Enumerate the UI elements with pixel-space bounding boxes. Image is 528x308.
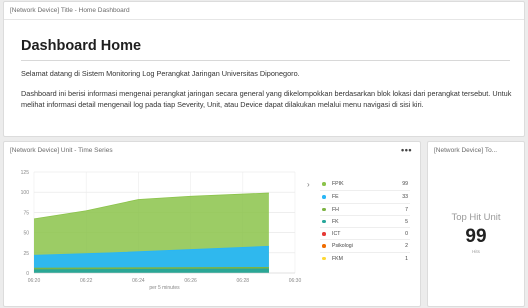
legend-value: 5 bbox=[405, 218, 408, 225]
panel-menu-icon[interactable]: ••• bbox=[401, 145, 412, 155]
legend-name: FPIK bbox=[332, 181, 344, 187]
legend-color-dot bbox=[322, 244, 326, 248]
legend-chevron-icon[interactable]: › bbox=[307, 180, 310, 189]
legend-item[interactable]: Psikologi 2 bbox=[320, 239, 410, 251]
welcome-text: Selamat datang di Sistem Monitoring Log … bbox=[21, 69, 300, 78]
y-tick-label: 100 bbox=[21, 190, 30, 196]
legend-item[interactable]: FE 33 bbox=[320, 190, 410, 202]
legend-color-dot bbox=[322, 219, 326, 224]
legend-item[interactable]: FH 7 bbox=[320, 202, 410, 215]
heading-rule bbox=[21, 60, 510, 61]
legend-color-dot bbox=[322, 256, 326, 261]
legend-name: FK bbox=[332, 218, 339, 225]
x-axis-label: per 5 minutes bbox=[149, 285, 180, 291]
y-tick-label: 50 bbox=[23, 231, 29, 237]
x-tick-label: 06:26 bbox=[184, 278, 197, 284]
home-panel-title[interactable]: [Network Device] Title - Home Dashboard bbox=[10, 7, 130, 14]
legend-item[interactable]: FK 5 bbox=[320, 214, 410, 227]
chart-legend: FPIK 99 FE 33 FH 7 FK 5 ICT 0 Psikologi 2 FKM 1 bbox=[320, 178, 410, 264]
home-dashboard-panel: [Network Device] Title - Home Dashboard … bbox=[3, 1, 525, 137]
top-hit-unit-panel: [Network Device] To... Top Hit Unit 99 H… bbox=[427, 141, 525, 307]
x-tick-label: 06:30 bbox=[289, 278, 302, 284]
top-hit-value: 99 bbox=[465, 226, 487, 247]
y-tick-label: 125 bbox=[21, 170, 30, 176]
top-hit-label: Top Hit Unit bbox=[451, 212, 501, 223]
legend-item[interactable]: ICT 0 bbox=[320, 227, 410, 239]
legend-name: ICT bbox=[332, 231, 341, 238]
top-hit-unit: Hits bbox=[472, 249, 480, 254]
x-tick-label: 06:22 bbox=[80, 278, 93, 284]
legend-value: 0 bbox=[405, 231, 408, 238]
home-panel-divider bbox=[4, 19, 524, 20]
legend-color-dot bbox=[322, 182, 326, 186]
legend-name: FKM bbox=[332, 255, 343, 262]
legend-value: 2 bbox=[405, 243, 408, 250]
legend-value: 7 bbox=[405, 206, 408, 213]
legend-item[interactable]: FPIK 99 bbox=[320, 178, 410, 190]
tophit-panel-title[interactable]: [Network Device] To... bbox=[434, 147, 497, 154]
legend-name: Psikologi bbox=[332, 243, 353, 250]
x-tick-label: 06:28 bbox=[237, 278, 250, 284]
legend-item[interactable]: FKM 1 bbox=[320, 251, 410, 264]
description-text: Dashboard ini berisi informasi mengenai … bbox=[21, 89, 512, 109]
legend-name: FE bbox=[332, 194, 339, 201]
legend-color-dot bbox=[322, 232, 326, 236]
legend-color-dot bbox=[322, 207, 326, 212]
unit-timeseries-panel: [Network Device] Unit - Time Series ••• … bbox=[3, 141, 421, 307]
y-tick-label: 0 bbox=[26, 271, 29, 277]
legend-color-dot bbox=[322, 195, 326, 199]
page-title: Dashboard Home bbox=[21, 38, 142, 54]
x-tick-label: 06:20 bbox=[28, 278, 41, 284]
x-tick-label: 06:24 bbox=[132, 278, 145, 284]
legend-value: 99 bbox=[402, 181, 408, 187]
legend-name: FH bbox=[332, 206, 339, 213]
legend-value: 33 bbox=[402, 194, 408, 201]
y-tick-label: 25 bbox=[23, 251, 29, 257]
timeseries-chart: 0 25 50 75 100 125 06:20 06:22 06:24 06:26 06:28 06… bbox=[21, 170, 302, 291]
legend-value: 1 bbox=[405, 255, 408, 262]
y-tick-label: 75 bbox=[23, 210, 29, 216]
timeseries-panel-title[interactable]: [Network Device] Unit - Time Series bbox=[10, 147, 113, 154]
